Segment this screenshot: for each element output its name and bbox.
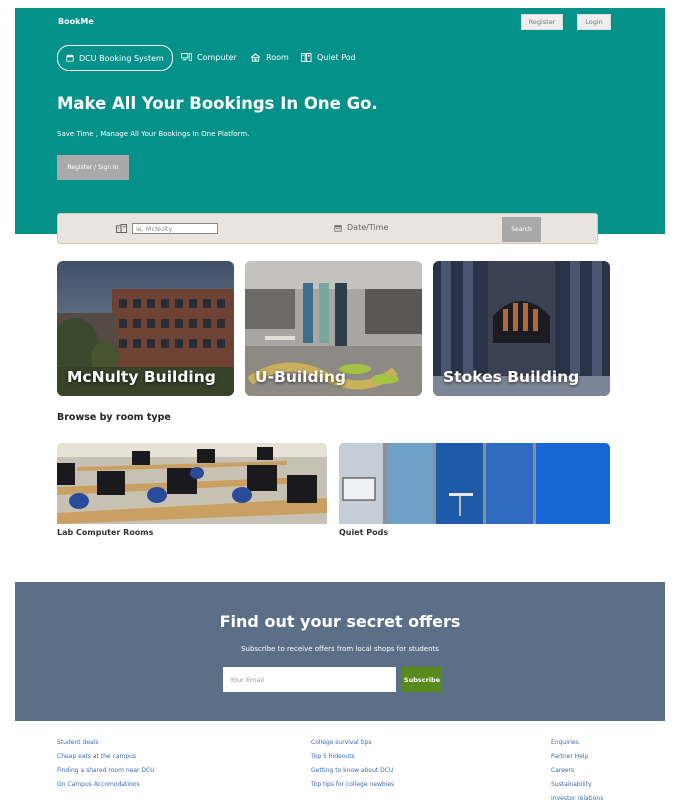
register-signin-button[interactable]: Register / Sign In — [57, 155, 129, 180]
footer-link[interactable]: Cheap eats at the campus — [57, 750, 155, 764]
footer-link[interactable]: Student deals — [57, 736, 155, 750]
offers-section: Find out your secret offers Subscribe to… — [15, 582, 665, 721]
nav-dcu-booking-system[interactable]: DCU Booking System — [57, 45, 173, 71]
nav-label: Room — [266, 52, 289, 62]
footer-link[interactable]: Top tips for college newbies — [311, 778, 394, 792]
footer-link[interactable]: Investor relations — [551, 792, 603, 806]
footer-column-2: College survival tips Top 5 hideouts Get… — [311, 736, 394, 792]
nav-label: Quiet Pod — [317, 52, 356, 62]
register-button[interactable]: Register — [521, 14, 563, 30]
hero-subline: Save Time , Manage All Your Bookings In … — [57, 130, 250, 138]
date-time-label: Date/Time — [347, 223, 389, 232]
hero-section: BookMe Register Login DCU Booking System… — [15, 8, 665, 234]
email-input[interactable] — [223, 667, 396, 692]
nav-quiet-pod[interactable]: Quiet Pod — [301, 45, 356, 69]
footer-link[interactable]: Top 5 hideouts — [311, 750, 394, 764]
room-type-section-title: Browse by room type — [57, 412, 171, 423]
footer-column-3: Enquiries Partner Help Careers Sustainab… — [551, 736, 603, 806]
room-type-label[interactable]: Lab Computer Rooms — [57, 528, 153, 537]
building-name: Stokes Building — [443, 368, 580, 386]
building-card-u-building[interactable]: U-Building — [245, 261, 422, 396]
date-time-picker[interactable]: Date/Time — [334, 223, 388, 232]
footer-link[interactable]: Sustainability — [551, 778, 603, 792]
building-name: McNulty Building — [67, 368, 216, 386]
room-icon — [250, 52, 261, 62]
footer-link[interactable]: Finding a shared room near DCU — [57, 764, 155, 778]
quiet-pods-image — [339, 443, 610, 524]
building-card-stokes[interactable]: Stokes Building — [433, 261, 610, 396]
subscribe-button[interactable]: Subscribe — [402, 667, 442, 692]
computer-icon — [181, 53, 192, 61]
footer-column-1: Student deals Cheap eats at the campus F… — [57, 736, 155, 792]
footer-link[interactable]: On Campus Accomodations — [57, 778, 155, 792]
calendar-icon — [334, 224, 342, 232]
building-card-mcnulty[interactable]: McNulty Building — [57, 261, 234, 396]
nav-label: DCU Booking System — [79, 53, 164, 63]
room-type-card-lab-computer[interactable] — [57, 443, 327, 524]
building-name: U-Building — [255, 368, 347, 386]
footer-link[interactable]: College survival tips — [311, 736, 394, 750]
search-button[interactable]: Search — [502, 217, 541, 242]
calendar-icon — [66, 54, 74, 62]
login-button[interactable]: Login — [577, 14, 611, 30]
search-bar: Date/Time Search — [57, 213, 598, 244]
building-icon — [116, 224, 127, 233]
location-search-input[interactable] — [132, 223, 218, 234]
quiet-pod-icon — [301, 52, 312, 62]
nav-room[interactable]: Room — [250, 45, 289, 69]
nav-computer[interactable]: Computer — [181, 45, 237, 69]
offers-title: Find out your secret offers — [219, 612, 461, 631]
brand-logo[interactable]: BookMe — [58, 17, 94, 26]
footer-link[interactable]: Partner Help — [551, 750, 603, 764]
footer-link[interactable]: Careers — [551, 764, 603, 778]
offers-subtitle: Subscribe to receive offers from local s… — [241, 645, 439, 653]
room-type-label[interactable]: Quiet Pods — [339, 528, 388, 537]
footer-link[interactable]: Enquiries — [551, 736, 603, 750]
room-type-card-quiet-pods[interactable] — [339, 443, 610, 524]
hero-headline: Make All Your Bookings In One Go. — [57, 94, 378, 113]
nav-label: Computer — [197, 52, 237, 62]
footer-link[interactable]: Getting to know about DCU — [311, 764, 394, 778]
lab-computer-room-image — [57, 443, 327, 524]
